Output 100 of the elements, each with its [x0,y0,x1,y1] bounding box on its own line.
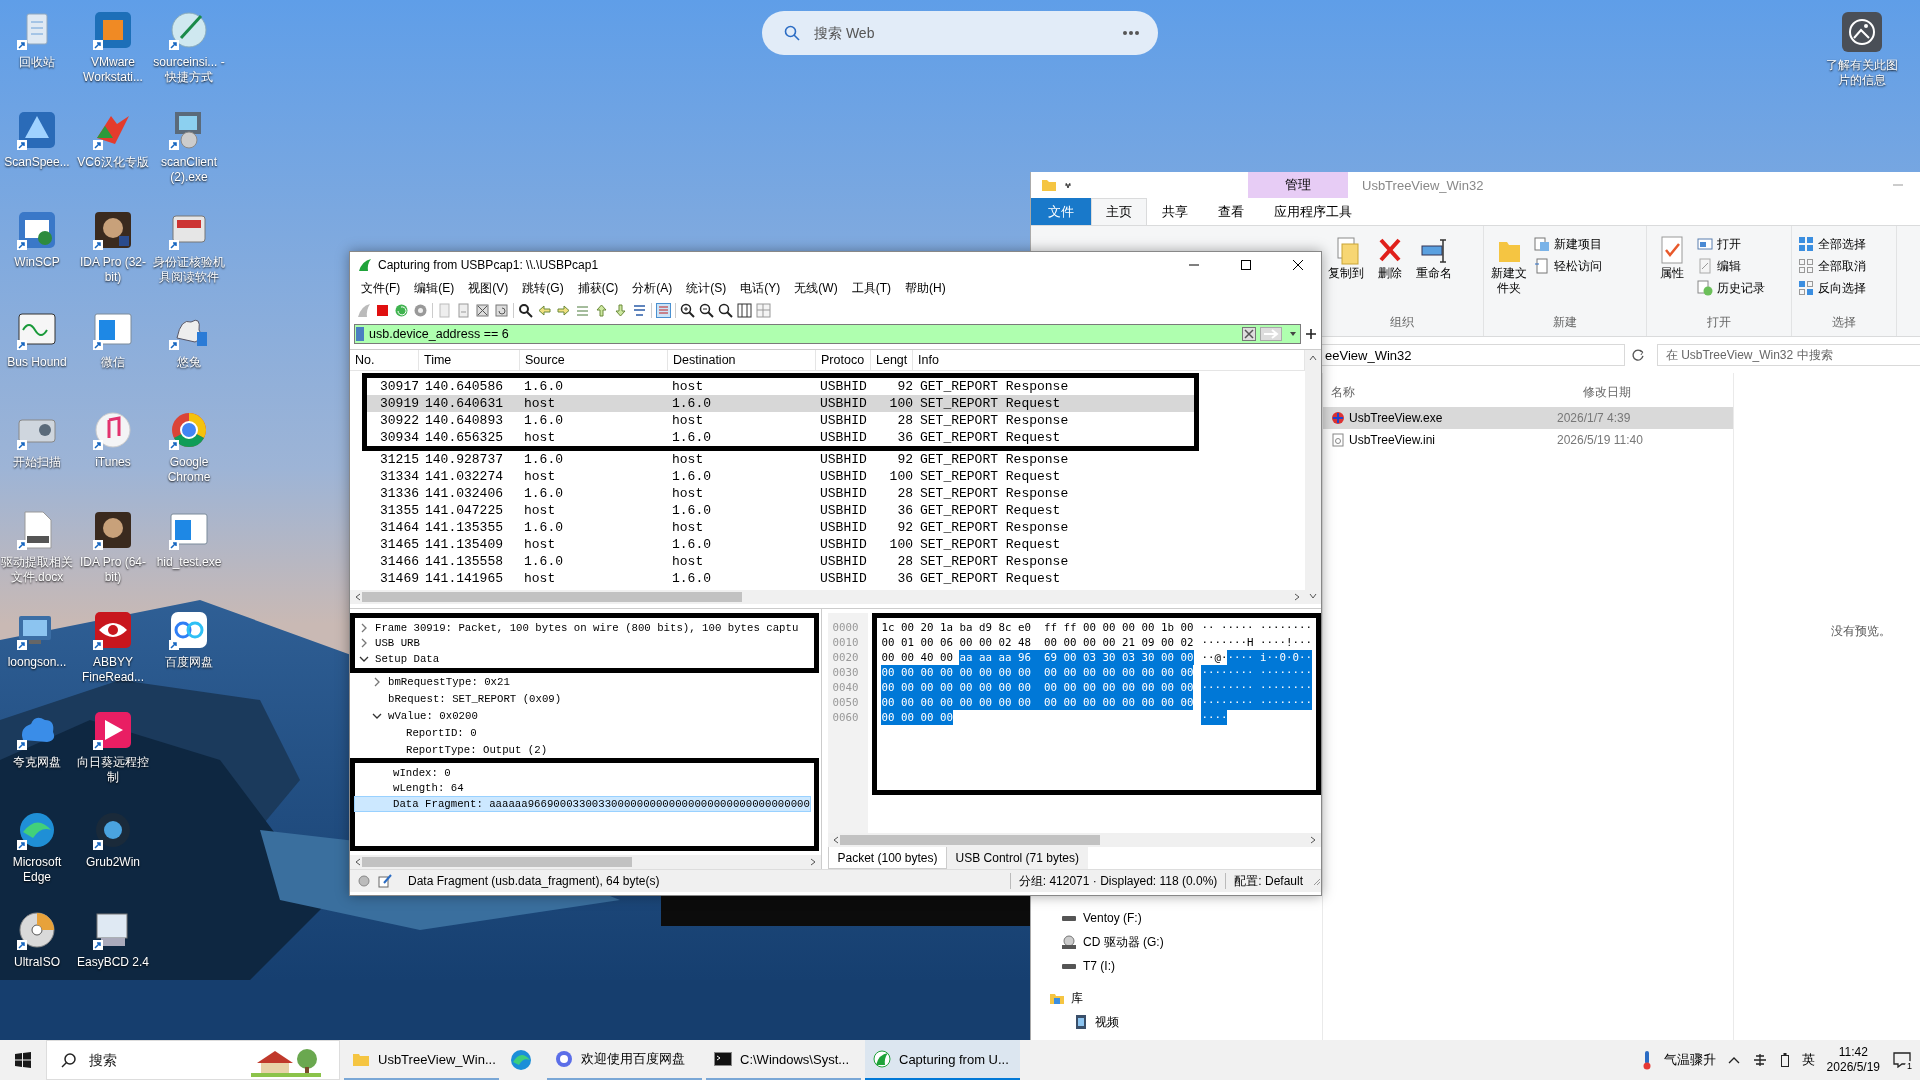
gear-icon[interactable] [413,302,428,318]
bookmark-icon[interactable] [355,326,365,342]
zoom-out-icon[interactable] [699,302,714,318]
packet-row[interactable]: 30917 140.640586 1.6.0 host USBHID 92 GET_REPORT Response [367,378,1194,395]
scrollbar[interactable] [828,833,1321,847]
edit-icon[interactable] [378,874,392,888]
desktop-shortcut[interactable]: 向日葵远程控制 [76,704,150,804]
column-header[interactable]: 修改日期 [1355,383,1731,401]
nav-item[interactable]: T7 (I:) [1031,954,1322,978]
desktop-shortcut[interactable]: Microsoft Edge [0,804,74,904]
reload-icon[interactable] [494,302,509,318]
column-header[interactable]: Protoco [816,350,871,370]
autoscroll-icon[interactable] [632,302,647,318]
menu-item[interactable]: 无线(W) [787,279,845,297]
desktop-shortcut[interactable]: loongson... [0,604,74,704]
desktop-shortcut[interactable]: 夸克网盘 [0,704,74,804]
tree-item[interactable]: Frame 30919: Packet, 100 bytes on wire (800 bits), 100 bytes captu [355,620,799,635]
menu-item[interactable]: 编辑(E) [407,279,462,297]
input-method-indicator[interactable]: 英 [1801,1051,1815,1069]
ribbon-button[interactable]: 反向选择 [1798,278,1866,298]
desktop-shortcut[interactable]: EasyBCD 2.4 [76,904,150,1004]
ribbon-button[interactable]: 历史记录 [1697,278,1765,298]
ribbon-context-tab[interactable]: 管理 [1248,172,1348,198]
column-header[interactable]: 名称 [1323,383,1355,401]
clock-date[interactable]: 2026/5/19 [1826,1060,1880,1075]
menu-item[interactable]: 帮助(H) [898,279,953,297]
tree-item[interactable]: wLength: 64 [355,781,464,795]
packet-row[interactable]: 31336 141.032406 1.6.0 host USBHID 28 SET_REPORT Response [350,485,1305,502]
ribbon-button[interactable]: 新建文件夹 [1490,234,1528,296]
nav-item[interactable]: 库 [1031,986,1322,1010]
ribbon-button[interactable]: 属性 [1653,234,1691,281]
packet-row[interactable]: 31355 141.047225 host 1.6.0 USBHID 36 GET_REPORT Request [350,502,1305,519]
menu-item[interactable]: 跳转(G) [515,279,571,297]
chevron-left-icon[interactable] [832,836,841,844]
ribbon-button[interactable]: 打开 [1697,234,1765,254]
file-row[interactable]: UsbTreeView.ini 2026/5/19 11:40 [1323,429,1733,451]
file-row[interactable]: UsbTreeView.exe 2026/1/7 4:39 [1323,407,1733,429]
image-info-icon[interactable] [1842,12,1882,52]
menu-item[interactable]: 工具(T) [844,279,898,297]
tree-item[interactable]: ReportType: Output (2) [350,742,548,757]
arrow-down-icon[interactable] [613,302,628,318]
chevron-left-icon[interactable] [354,858,362,866]
tree-item[interactable]: Data Fragment: aaaaaa96690003300330000000000000000000000000000000 [355,796,810,811]
address-field[interactable]: eeView_Win32 [1321,344,1625,366]
packet-row[interactable]: 31469 141.141965 host 1.6.0 USBHID 36 GET_REPORT Request [350,570,1305,587]
packet-row[interactable]: 31215 140.928737 1.6.0 host USBHID 92 GET_REPORT Response [350,451,1305,468]
taskbar-button[interactable]: 欢迎使用百度网盘 [547,1040,702,1080]
ribbon-button[interactable]: 全部取消 [1798,256,1866,276]
search-input[interactable]: 搜索 Web [812,24,1110,42]
search-field[interactable]: 搜索 Web [762,11,1158,55]
taskbar-button[interactable]: Capturing from U... [865,1040,1020,1080]
tree-item[interactable]: wIndex: 0 [355,765,451,780]
ribbon-button[interactable]: 新建项目 [1534,234,1602,254]
ribbon-tab[interactable]: 查看 [1203,198,1259,225]
column-header[interactable]: Source [520,350,668,370]
taskbar-button[interactable]: UsbTreeView_Win... [344,1040,499,1080]
search-field[interactable]: 搜索 [46,1040,340,1080]
tab[interactable]: Packet (100 bytes) [828,847,947,869]
chevron-up-icon[interactable] [1727,1056,1740,1064]
more-icon[interactable] [1122,30,1140,36]
zoom-in-icon[interactable] [680,302,695,318]
menu-item[interactable]: 统计(S) [679,279,734,297]
packet-row[interactable]: 31464 141.135355 1.6.0 host USBHID 92 GET_REPORT Response [350,519,1305,536]
maximize-icon[interactable] [1240,258,1252,271]
tree-item[interactable]: wValue: 0x0200 [350,708,478,723]
network-icon[interactable] [1751,1053,1768,1067]
ribbon-button[interactable]: 复制到 [1327,234,1365,281]
desktop-shortcut[interactable]: Grub2Win [76,804,150,904]
arrow-right-icon[interactable] [556,302,571,318]
chevron-right-icon[interactable] [359,638,369,648]
tree-item[interactable]: bmRequestType: 0x21 [350,674,510,689]
column-header[interactable]: Destination [668,350,816,370]
column-header[interactable]: Lengt [871,350,913,370]
notification-button[interactable]: 1 [1892,1051,1912,1069]
scrollbar[interactable] [350,855,822,869]
filter-field[interactable]: usb.device_address == 6 [354,324,1301,344]
colorize-icon[interactable] [656,302,671,318]
windows-logo-icon[interactable] [15,1052,31,1068]
ribbon-button[interactable]: 删除 [1371,234,1409,281]
menu-item[interactable]: 电话(Y) [733,279,788,297]
tree-item[interactable]: Setup Data [355,651,440,666]
tab[interactable]: USB Control (71 bytes) [946,847,1088,869]
nav-item[interactable]: 视频 [1031,1010,1322,1034]
battery-icon[interactable] [1779,1052,1790,1068]
chevron-right-icon[interactable] [359,622,369,633]
chevron-left-icon[interactable] [354,593,362,601]
arrow-up-icon[interactable] [594,302,609,318]
search-input[interactable]: 搜索 [87,1051,241,1069]
ribbon-tab[interactable]: 共享 [1147,198,1203,225]
ribbon-button[interactable]: 编辑 [1697,256,1765,276]
packet-row[interactable]: 30922 140.640893 1.6.0 host USBHID 28 SET_REPORT Response [367,412,1194,429]
menu-item[interactable]: 分析(A) [625,279,680,297]
ribbon-button[interactable]: 全部选择 [1798,234,1866,254]
clock-time[interactable]: 11:42 [1838,1045,1868,1060]
nav-item[interactable]: CD 驱动器 (G:) [1031,930,1322,954]
clear-icon[interactable] [1242,327,1256,341]
menu-item[interactable]: 捕获(C) [570,279,626,297]
ribbon-tab[interactable]: 应用程序工具 [1259,198,1367,225]
filter-input[interactable]: usb.device_address == 6 [369,327,1238,341]
refresh-icon[interactable] [1630,348,1645,362]
